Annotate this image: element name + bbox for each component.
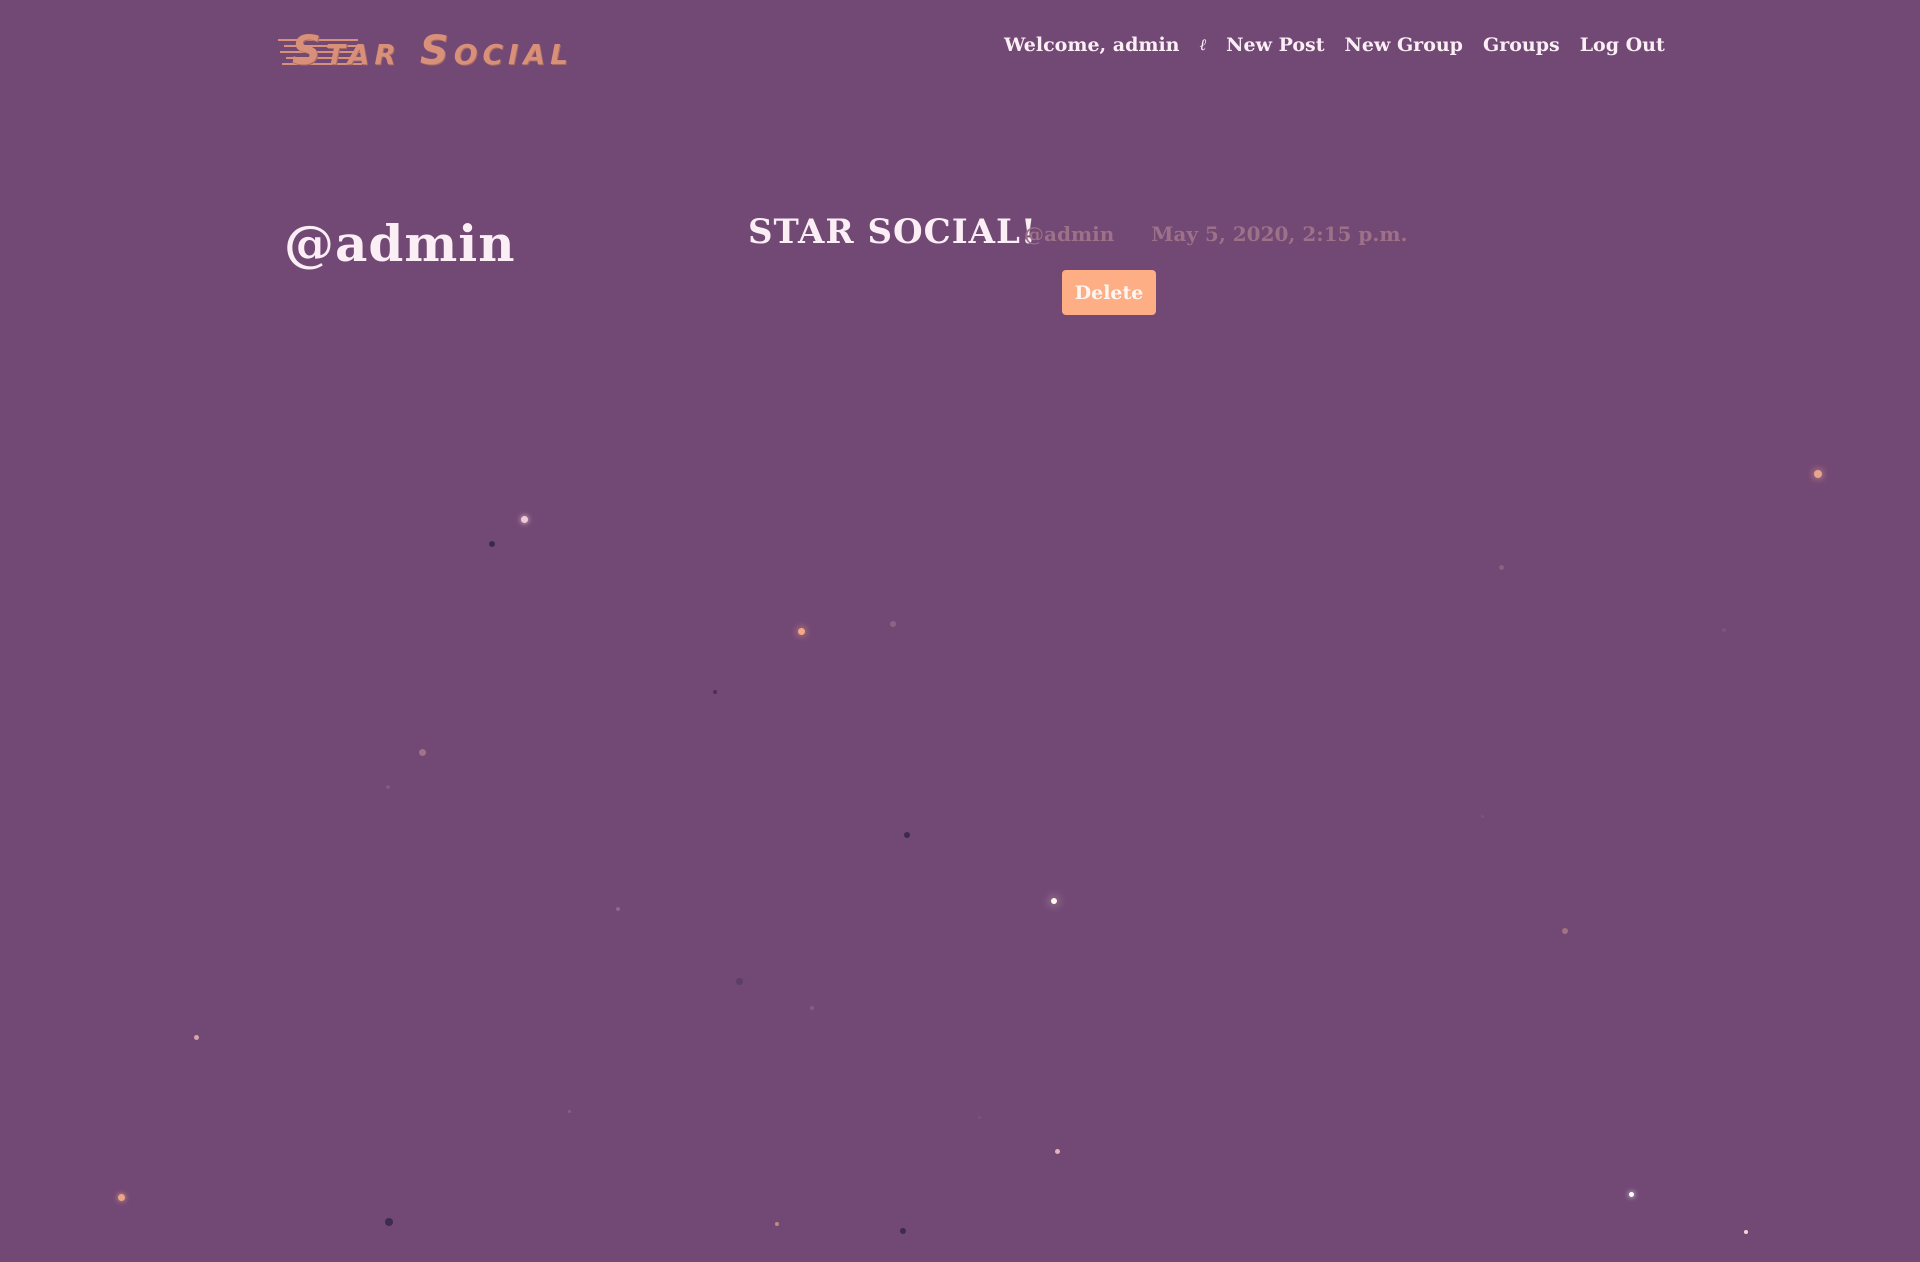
star <box>1055 1149 1060 1154</box>
star <box>1481 815 1484 818</box>
navbar: Star Social Welcome, admin ℓ New Post Ne… <box>0 0 1920 100</box>
nav-log-out[interactable]: Log Out <box>1570 30 1675 60</box>
post: STAR SOCIAL! @admin May 5, 2020, 2:15 p.… <box>748 212 1448 315</box>
page: Star Social Welcome, admin ℓ New Post Ne… <box>0 0 1920 1262</box>
star <box>385 1218 393 1226</box>
star <box>713 690 717 694</box>
star <box>1629 1192 1634 1197</box>
nav-new-post[interactable]: New Post <box>1216 30 1334 60</box>
brand-logo[interactable]: Star Social <box>278 26 573 76</box>
star <box>978 1116 981 1119</box>
nav-links: Welcome, admin ℓ New Post New Group Grou… <box>1004 30 1675 60</box>
nav-welcome[interactable]: Welcome, admin <box>1004 30 1190 60</box>
star <box>194 1035 199 1040</box>
star <box>1722 628 1726 632</box>
star <box>1499 565 1504 570</box>
post-meta: @admin May 5, 2020, 2:15 p.m. <box>1024 222 1408 246</box>
star <box>118 1194 125 1201</box>
nav-groups[interactable]: Groups <box>1473 30 1570 60</box>
star <box>1051 898 1057 904</box>
star <box>419 749 426 756</box>
star <box>521 516 528 523</box>
star <box>616 907 620 911</box>
post-author-link[interactable]: @admin <box>1024 222 1114 246</box>
nav-separator-icon: ℓ <box>1199 35 1207 54</box>
star <box>1814 470 1822 478</box>
profile-username: @admin <box>284 214 516 273</box>
star <box>900 1228 906 1234</box>
star <box>489 541 495 547</box>
delete-button[interactable]: Delete <box>1062 270 1156 315</box>
post-title: STAR SOCIAL! <box>748 212 1037 252</box>
star <box>810 1006 814 1010</box>
star <box>568 1110 571 1113</box>
brand-name: Star Social <box>292 28 573 74</box>
star <box>736 978 743 985</box>
star <box>1744 1230 1748 1234</box>
star <box>775 1222 779 1226</box>
post-timestamp: May 5, 2020, 2:15 p.m. <box>1151 222 1408 246</box>
star <box>386 785 390 789</box>
star <box>798 628 805 635</box>
star <box>904 832 910 838</box>
nav-new-group[interactable]: New Group <box>1335 30 1473 60</box>
star <box>890 621 896 627</box>
star <box>1562 928 1568 934</box>
